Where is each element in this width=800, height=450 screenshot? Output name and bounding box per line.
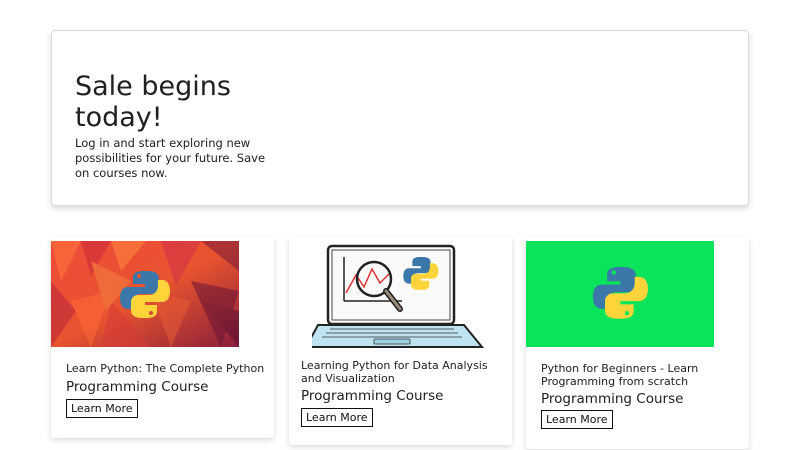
course-card: Python for Beginners - Learn Programming… — [526, 237, 749, 449]
python-logo-green-image — [526, 241, 714, 347]
sale-description: Log in and start exploring new possibili… — [75, 136, 266, 180]
course-title: Learning Python for Data Analysis and Vi… — [301, 359, 488, 385]
sale-title: Sale begins today! — [75, 71, 231, 133]
python-logo-red-pattern-image — [51, 241, 239, 347]
course-thumbnail — [312, 243, 488, 353]
learn-more-button[interactable]: Learn More — [541, 410, 613, 429]
learn-more-button[interactable]: Learn More — [66, 399, 138, 418]
course-subtitle: Programming Course — [541, 391, 684, 407]
laptop-data-analysis-image — [312, 244, 485, 348]
learn-more-button[interactable]: Learn More — [301, 408, 373, 427]
sale-banner: Sale begins today! Log in and start expl… — [51, 30, 749, 206]
course-card: Learning Python for Data Analysis and Vi… — [289, 237, 512, 445]
course-subtitle: Programming Course — [301, 388, 444, 404]
course-title: Python for Beginners - Learn Programming… — [541, 362, 699, 388]
course-title: Learn Python: The Complete Python — [66, 362, 265, 375]
course-thumbnail — [526, 241, 714, 347]
course-card: Learn Python: The Complete Python Progra… — [51, 237, 274, 438]
course-thumbnail — [51, 241, 239, 347]
course-subtitle: Programming Course — [66, 379, 209, 395]
